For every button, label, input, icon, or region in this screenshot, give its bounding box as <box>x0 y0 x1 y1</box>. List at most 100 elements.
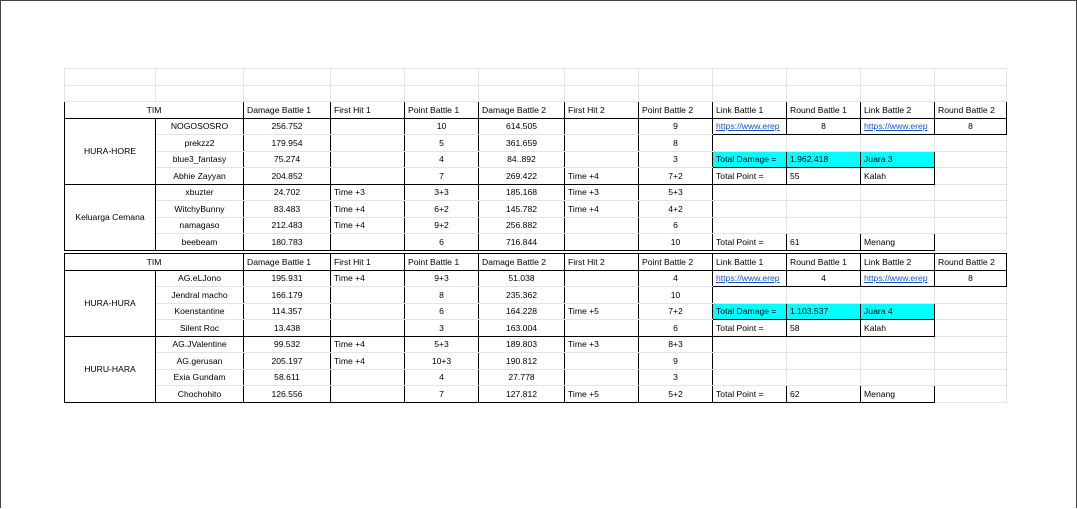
empty-cell <box>934 368 1007 386</box>
point-battle-1: 9+2 <box>404 216 479 234</box>
link-battle-2[interactable]: https://www.erep <box>860 269 935 287</box>
damage-battle-2: 190.812 <box>478 352 565 370</box>
player-row: HURA-HURA AG.eLJono 195.931 Time +4 9+3 51.03… <box>64 269 1007 337</box>
first-hit-2 <box>564 150 639 168</box>
point-battle-2: 4 <box>638 269 713 287</box>
empty-cell <box>860 286 935 304</box>
empty-cell <box>934 335 1007 353</box>
link-battle-1[interactable]: https://www.erep <box>712 117 787 135</box>
round-battle-1: 4 <box>786 269 861 287</box>
team-name: HURA-HORE <box>64 117 156 185</box>
total-point-label: Total Point = <box>712 385 787 403</box>
empty-cell <box>478 84 565 102</box>
first-hit-1 <box>330 368 405 386</box>
header-cell: Round Battle 2 <box>934 101 1007 119</box>
damage-battle-2: 269.422 <box>478 167 565 185</box>
point-battle-2: 6 <box>638 319 713 337</box>
empty-cell <box>786 183 861 201</box>
empty-cell <box>786 68 861 86</box>
empty-cell <box>934 183 1007 201</box>
player-name: Jendral macho <box>155 286 244 304</box>
empty-cell <box>786 352 861 370</box>
first-hit-1: Time +4 <box>330 335 405 353</box>
first-hit-2 <box>564 286 639 304</box>
total-point-value: 58 <box>786 319 861 337</box>
empty-cell <box>860 68 935 86</box>
player-row: HURU-HARA AG.JValentine 99.532 Time +4 5+3 18… <box>64 335 1007 403</box>
round-battle-2: 8 <box>934 117 1007 135</box>
point-battle-1: 6+2 <box>404 200 479 218</box>
empty-cell <box>786 286 861 304</box>
first-hit-1: Time +4 <box>330 200 405 218</box>
empty-cell <box>860 183 935 201</box>
header-tim: TIM <box>64 101 244 119</box>
first-hit-1 <box>330 233 405 251</box>
point-battle-1: 3 <box>404 319 479 337</box>
header-cell: Round Battle 2 <box>934 253 1007 271</box>
total-point-label: Total Point = <box>712 319 787 337</box>
empty-cell <box>860 368 935 386</box>
point-battle-1: 4 <box>404 150 479 168</box>
player-name: NOGOSOSRO <box>155 117 244 135</box>
point-battle-2: 5+2 <box>638 385 713 403</box>
link-battle-2[interactable]: https://www.erep <box>860 117 935 135</box>
results-table-1: TIM Damage Battle 1 First Hit 1 Point Battl… <box>64 68 1007 251</box>
rank-result: Juara 4 <box>860 302 935 320</box>
point-battle-1: 6 <box>404 233 479 251</box>
first-hit-2 <box>564 269 639 287</box>
player-name: Koenstantine <box>155 302 244 320</box>
empty-cell <box>712 352 787 370</box>
empty-cell <box>934 134 1007 152</box>
empty-cell <box>934 302 1007 320</box>
empty-cell <box>786 134 861 152</box>
point-battle-1: 6 <box>404 302 479 320</box>
damage-battle-2: 189.803 <box>478 335 565 353</box>
header-cell: First Hit 2 <box>564 101 639 119</box>
empty-cell <box>404 84 479 102</box>
empty-cell <box>712 286 787 304</box>
player-row: Exia Gundam 58.611 4 27.778 3 <box>65 368 1007 386</box>
header-cell: Damage Battle 2 <box>478 253 565 271</box>
point-battle-2: 10 <box>638 233 713 251</box>
empty-cell <box>712 84 787 102</box>
empty-cell <box>478 68 565 86</box>
header-cell: First Hit 1 <box>330 253 405 271</box>
player-row: Chochohito 126.556 7 127.812 Time +5 5+2 Total… <box>65 385 1007 403</box>
empty-cell <box>155 84 244 102</box>
first-hit-2 <box>564 216 639 234</box>
header-cell: Damage Battle 1 <box>243 101 331 119</box>
player-row: HURA-HORE NOGOSOSRO 256.752 10 614.505 9 https… <box>64 117 1007 185</box>
damage-battle-2: 164.228 <box>478 302 565 320</box>
empty-cell <box>330 84 405 102</box>
header-cell: Round Battle 1 <box>786 253 861 271</box>
empty-cell <box>934 286 1007 304</box>
header-cell: First Hit 2 <box>564 253 639 271</box>
empty-cell <box>934 150 1007 168</box>
first-hit-2 <box>564 117 639 135</box>
link-battle-1[interactable]: https://www.erep <box>712 269 787 287</box>
total-point-value: 61 <box>786 233 861 251</box>
header-cell: Link Battle 1 <box>712 101 787 119</box>
header-row: TIM Damage Battle 1 First Hit 1 Point Battl… <box>64 101 1007 119</box>
player-name: Abhie Zayyan <box>155 167 244 185</box>
first-hit-2 <box>564 134 639 152</box>
point-battle-1: 10 <box>404 117 479 135</box>
point-battle-1: 9+3 <box>404 269 479 287</box>
empty-cell <box>934 200 1007 218</box>
damage-battle-2: 614.505 <box>478 117 565 135</box>
empty-cell <box>64 68 156 86</box>
point-battle-1: 5 <box>404 134 479 152</box>
player-row: Koenstantine 114.357 6 164.228 Time +5 7+2 Tot… <box>65 302 1007 320</box>
point-battle-2: 10 <box>638 286 713 304</box>
first-hit-1: Time +3 <box>330 183 405 201</box>
damage-battle-2: 361.659 <box>478 134 565 152</box>
first-hit-2 <box>564 233 639 251</box>
empty-cell <box>934 84 1007 102</box>
header-cell: First Hit 1 <box>330 101 405 119</box>
damage-battle-1: 13.438 <box>243 319 331 337</box>
player-row: AG.gerusan 205.197 Time +4 10+3 190.812 9 <box>65 352 1007 370</box>
empty-cell <box>934 319 1007 337</box>
empty-cell <box>712 216 787 234</box>
point-battle-2: 7+2 <box>638 302 713 320</box>
player-row: blue3_fantasy 75.274 4 84..892 3 Total Damage… <box>65 150 1007 168</box>
